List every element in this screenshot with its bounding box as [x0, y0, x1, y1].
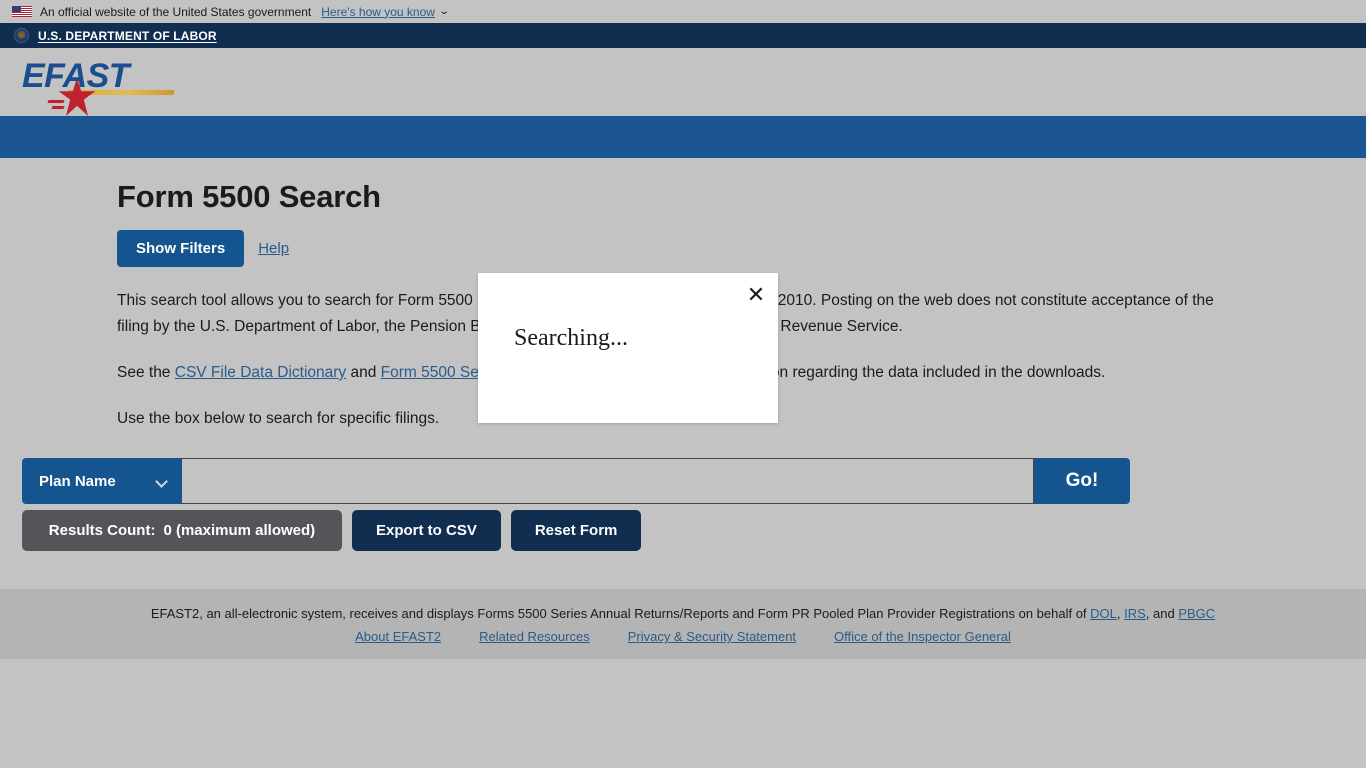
- page-title: Form 5500 Search: [117, 179, 381, 214]
- results-count-value: 0 (maximum allowed): [163, 522, 316, 539]
- page-footer: EFAST2, an all-electronic system, receiv…: [0, 589, 1366, 659]
- dd-pre-text: See the: [117, 364, 175, 381]
- searching-modal: ✕ Searching...: [478, 273, 778, 423]
- dd-mid-text: and: [346, 364, 381, 381]
- reset-form-button[interactable]: Reset Form: [510, 510, 642, 551]
- us-flag-icon: [12, 6, 32, 17]
- chevron-down-icon[interactable]: ⌄: [438, 6, 450, 17]
- close-icon[interactable]: ✕: [742, 281, 770, 309]
- efast-wordmark: EFAST: [22, 57, 130, 95]
- footer-link-related-resources[interactable]: Related Resources: [479, 629, 590, 644]
- search-form-row: Plan Name Go!: [22, 458, 1130, 504]
- modal-message: Searching...: [514, 325, 628, 351]
- chevron-down-icon: [155, 475, 168, 488]
- footer-link-inspector-general[interactable]: Office of the Inspector General: [834, 629, 1011, 644]
- footer-links-row: About EFAST2 Related Resources Privacy &…: [0, 629, 1366, 644]
- csv-file-data-dictionary-link[interactable]: CSV File Data Dictionary: [175, 364, 346, 381]
- export-to-csv-button[interactable]: Export to CSV: [352, 510, 501, 551]
- primary-nav-bar[interactable]: [0, 116, 1366, 158]
- star-dash2-icon: [51, 106, 65, 109]
- main-content-area: ✕ Searching... Form 5500 Search Show Fil…: [0, 158, 1366, 589]
- search-input[interactable]: [182, 458, 1034, 504]
- footer-pbgc-link[interactable]: PBGC: [1178, 606, 1215, 621]
- footer-link-privacy-security[interactable]: Privacy & Security Statement: [628, 629, 796, 644]
- footer-description: EFAST2, an all-electronic system, receiv…: [0, 605, 1366, 623]
- show-filters-button[interactable]: Show Filters: [117, 230, 245, 267]
- star-dash-icon: [47, 100, 65, 103]
- footer-irs-link[interactable]: IRS: [1124, 606, 1146, 621]
- logo-band: EFAST: [0, 48, 1366, 116]
- search-field-selector[interactable]: Plan Name: [22, 458, 182, 504]
- footer-link-about-efast2[interactable]: About EFAST2: [355, 629, 441, 644]
- footer-desc-text: EFAST2, an all-electronic system, receiv…: [150, 606, 1091, 621]
- usa-official-banner: An official website of the United States…: [0, 0, 1366, 23]
- search-field-selector-value: Plan Name: [39, 472, 116, 490]
- dol-seal-icon: [14, 28, 29, 43]
- results-count-badge: Results Count: 0 (maximum allowed): [22, 510, 342, 551]
- go-button[interactable]: Go!: [1034, 458, 1130, 504]
- usa-banner-text: An official website of the United States…: [40, 4, 312, 19]
- results-count-label: Results Count:: [48, 522, 156, 539]
- help-link[interactable]: Help: [258, 240, 289, 257]
- footer-dol-link[interactable]: DOL: [1090, 606, 1117, 621]
- heres-how-you-know-link[interactable]: Here's how you know: [321, 6, 435, 18]
- dol-title-link[interactable]: U.S. DEPARTMENT OF LABOR: [38, 29, 217, 43]
- filters-row: Show Filters Help: [117, 230, 1249, 267]
- efast-logo[interactable]: EFAST: [22, 57, 174, 116]
- search-actions-row: Results Count: 0 (maximum allowed) Expor…: [22, 510, 1366, 551]
- footer-sep2: , and: [1145, 606, 1179, 621]
- dol-header-bar: U.S. DEPARTMENT OF LABOR: [0, 23, 1366, 48]
- page-bottom-spacer: [0, 659, 1366, 768]
